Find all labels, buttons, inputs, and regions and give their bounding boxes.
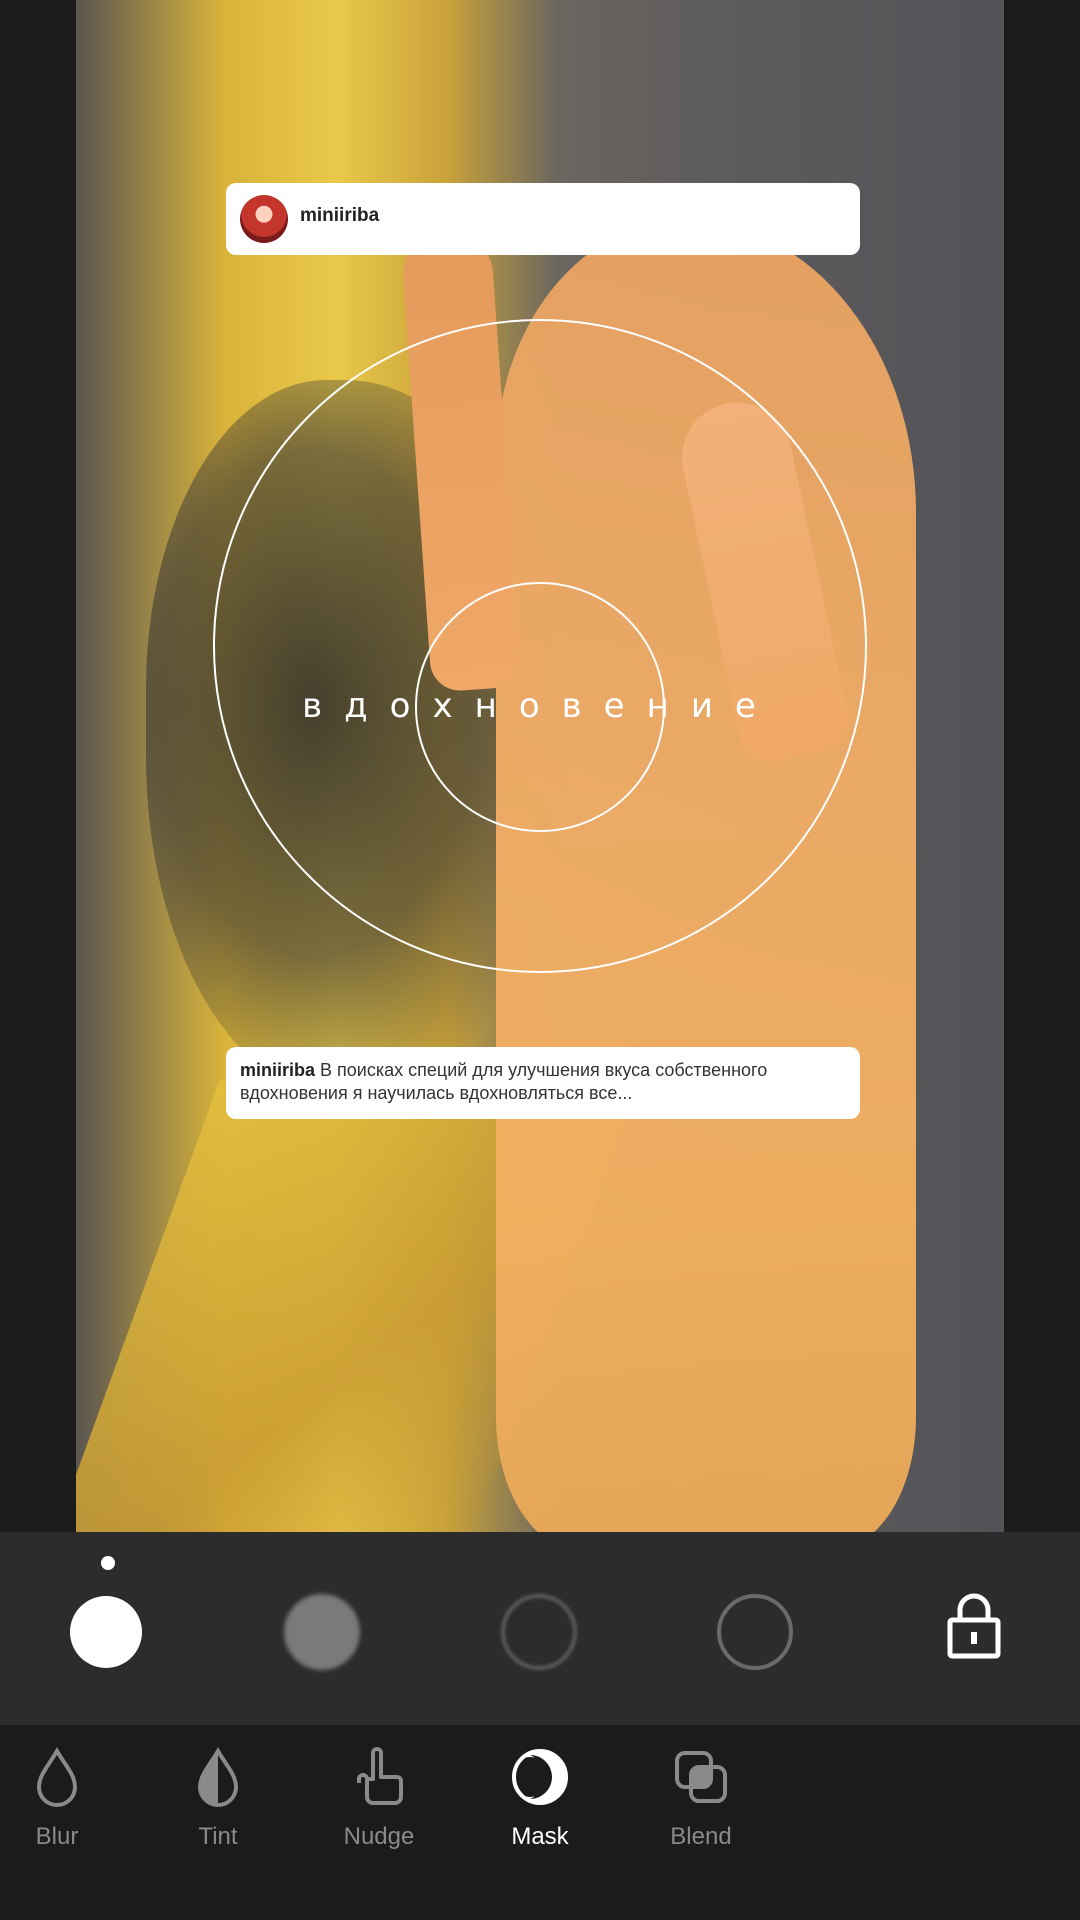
droplet-outline-icon	[36, 1746, 78, 1807]
soft-outline-circle-option[interactable]	[501, 1594, 577, 1670]
tab-mask[interactable]: Mask	[480, 1745, 600, 1885]
crescent-mask-icon	[510, 1749, 568, 1805]
droplet-half-icon	[197, 1746, 239, 1807]
post-caption-card[interactable]: miniiriba В поисках специй для улучшения…	[226, 1047, 860, 1119]
selection-indicator	[101, 1556, 115, 1570]
caption-text: В поисках специй для улучшения вкуса соб…	[240, 1060, 768, 1103]
tool-tab-bar: Blur Tint Nudge Mask Blend	[0, 1725, 1080, 1920]
tab-nudge[interactable]: Nudge	[319, 1745, 439, 1885]
tab-blend-label: Blend	[670, 1823, 732, 1850]
tab-blur-label: Blur	[35, 1823, 79, 1850]
outline-circle-option[interactable]	[717, 1594, 793, 1670]
overlapping-squares-icon	[675, 1751, 727, 1803]
post-header-card[interactable]: miniiriba	[226, 183, 860, 255]
solid-white-circle-option[interactable]	[70, 1596, 142, 1668]
overlay-word: вдохновение	[302, 686, 778, 726]
hand-pointer-icon	[357, 1747, 403, 1805]
tab-tint-label: Tint	[198, 1823, 238, 1850]
post-username: miniiriba	[300, 205, 380, 226]
caption-username: miniiriba	[240, 1060, 316, 1080]
tab-blur[interactable]: Blur	[0, 1745, 117, 1885]
lock-icon[interactable]	[946, 1590, 1002, 1660]
tab-mask-label: Mask	[511, 1823, 569, 1850]
tab-tint[interactable]: Tint	[158, 1745, 278, 1885]
tab-nudge-label: Nudge	[343, 1823, 415, 1850]
shape-selector	[0, 1532, 1080, 1725]
tab-blend[interactable]: Blend	[641, 1745, 761, 1885]
avatar	[240, 195, 288, 243]
soft-gray-circle-option[interactable]	[284, 1594, 360, 1670]
